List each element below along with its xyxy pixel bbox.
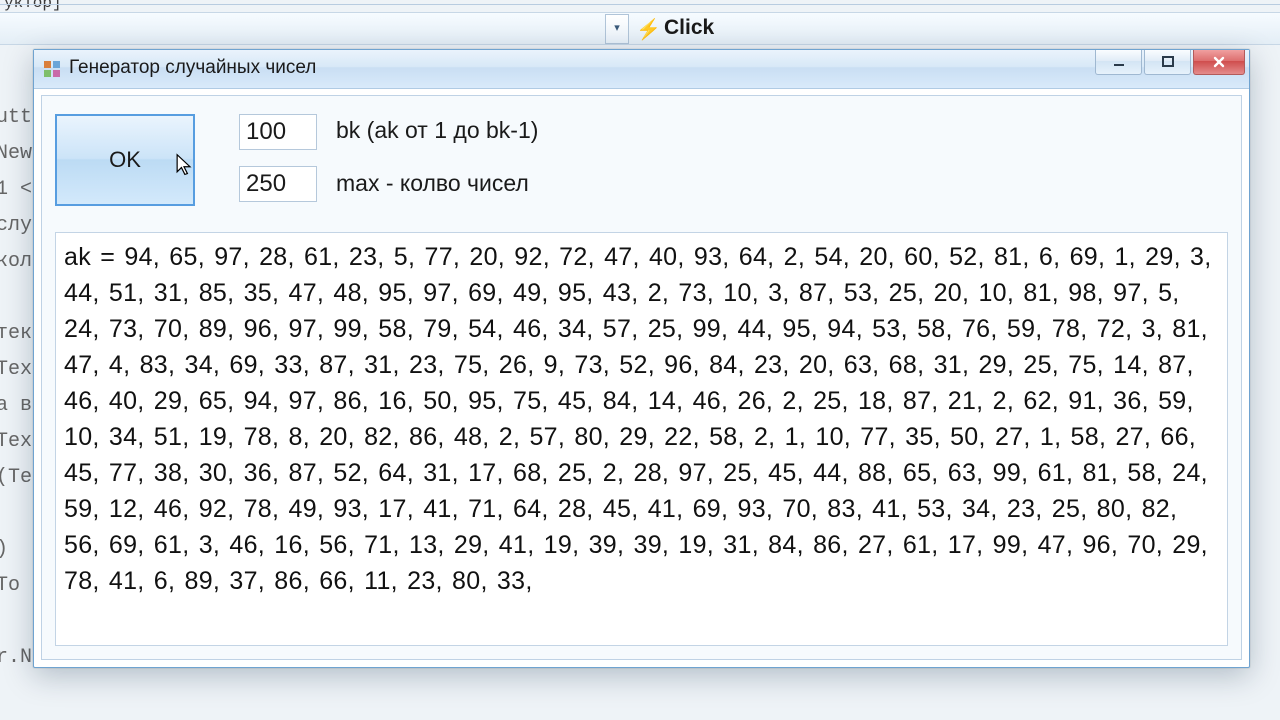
close-button[interactable] (1193, 50, 1245, 75)
max-label: max - колво чисел (336, 170, 529, 197)
output-textbox[interactable]: ak = 94, 65, 97, 28, 61, 23, 5, 77, 20, … (55, 232, 1228, 646)
window-title: Генератор случайных чисел (69, 57, 316, 79)
client-area: OK bk (ak от 1 до bk-1) max - колво чисе… (41, 95, 1242, 660)
titlebar[interactable]: Генератор случайных чисел (34, 50, 1249, 89)
event-name-label[interactable]: Click (664, 16, 714, 40)
background-text-fragment: уктор] (4, 0, 62, 12)
max-input[interactable] (239, 166, 317, 202)
random-generator-window: Генератор случайных чисел OK bk (ak от 1… (33, 49, 1250, 668)
ok-button[interactable]: OK (55, 114, 195, 206)
maximize-button[interactable] (1144, 50, 1191, 75)
toolbar-dropdown[interactable]: ▾ (605, 14, 629, 44)
minimize-button[interactable] (1095, 50, 1142, 75)
app-icon (44, 61, 60, 77)
ok-button-label: OK (109, 147, 141, 173)
lightning-icon: ⚡ (636, 17, 661, 42)
bk-label: bk (ak от 1 до bk-1) (336, 117, 538, 144)
bk-input[interactable] (239, 114, 317, 150)
divider (0, 4, 1280, 5)
code-editor-peek: utt New 1 < слу кол тек Tex а в Tex (Te … (0, 100, 32, 720)
